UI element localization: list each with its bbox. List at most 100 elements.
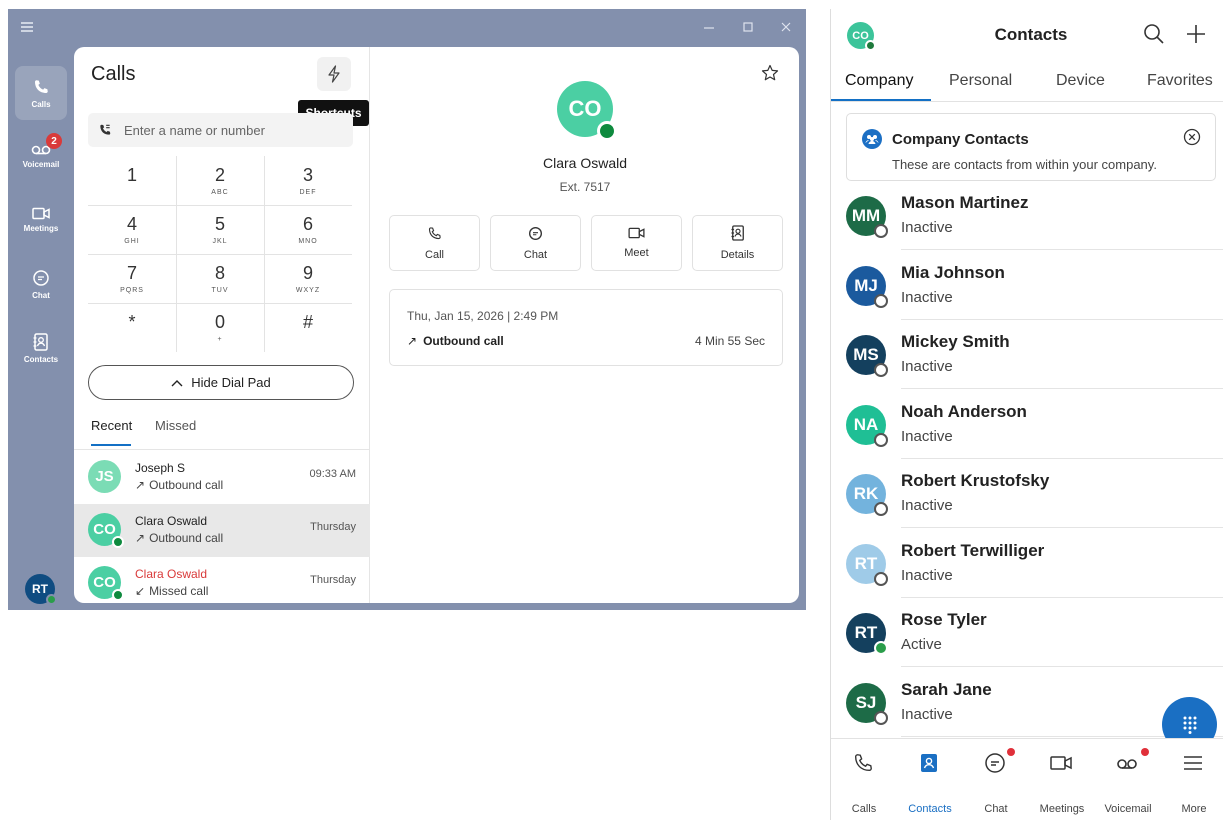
keypad-divider [88, 254, 352, 255]
caller-avatar: JS [88, 460, 121, 493]
video-camera-icon [32, 207, 50, 220]
page-title: Calls [91, 63, 136, 85]
contact-row[interactable]: RK Robert Krustofsky Inactive [831, 459, 1223, 528]
tab-device[interactable]: Device [1056, 72, 1105, 90]
contact-status: Inactive [901, 288, 953, 306]
bottom-navigation: Calls Contacts Chat Meetings Voicemail M… [831, 738, 1223, 820]
tab-personal[interactable]: Personal [949, 72, 1012, 90]
rail-item-voicemail[interactable]: Voicemail 2 [15, 129, 67, 183]
close-circle-icon[interactable] [1183, 128, 1201, 146]
dial-input[interactable]: Enter a name or number [88, 113, 353, 147]
video-camera-icon [1050, 756, 1072, 770]
mobile-app: CO Contacts Company Personal Device Favo… [830, 9, 1223, 820]
action-label: Chat [523, 248, 548, 261]
search-icon[interactable] [1143, 23, 1165, 45]
contact-name: Mason Martinez [901, 193, 1029, 212]
rail-label: Chat [32, 290, 50, 300]
hide-dial-pad-button[interactable]: Hide Dial Pad [88, 365, 354, 400]
user-avatar[interactable]: RT [25, 574, 57, 605]
dial-key[interactable]: 6 MNO [264, 205, 352, 254]
key-letters: TUV [211, 286, 229, 294]
key-letters: PQRS [120, 286, 144, 294]
contact-row[interactable]: NA Noah Anderson Inactive [831, 390, 1223, 459]
nav-contacts[interactable]: Contacts [897, 739, 963, 820]
dial-key[interactable]: 3 DEF [264, 156, 352, 205]
hamburger-menu-icon[interactable] [20, 21, 34, 33]
key-letters: WXYZ [295, 286, 321, 294]
tab-missed[interactable]: Missed [155, 418, 196, 433]
recent-call-row[interactable]: CO Clara Oswald ↗ Outbound call Thursday [74, 504, 370, 557]
tab-favorites[interactable]: Favorites [1147, 72, 1213, 90]
nav-label: Voicemail [1104, 803, 1152, 815]
shortcuts-button[interactable] [317, 57, 351, 91]
key-digit: 0 [214, 311, 225, 332]
contact-row[interactable]: RT Robert Terwilliger Inactive [831, 529, 1223, 598]
dial-key[interactable]: * [88, 303, 176, 352]
contact-avatar: MM [846, 196, 888, 238]
maximize-icon[interactable] [742, 21, 754, 33]
caller-initials: JS [95, 468, 114, 485]
dial-key[interactable]: 8 TUV [176, 254, 264, 303]
contact-avatar: RT [846, 613, 888, 655]
presence-dot [874, 710, 888, 725]
contact-avatar: MS [846, 335, 888, 377]
dial-key[interactable]: 1 [88, 156, 176, 205]
nav-chat[interactable]: Chat [963, 739, 1029, 820]
nav-label: Meetings [1039, 803, 1085, 815]
nav-voicemail[interactable]: Voicemail [1095, 739, 1161, 820]
caller-name: Joseph S [135, 461, 186, 475]
key-digit: # [302, 311, 313, 332]
key-letters: DEF [299, 188, 317, 196]
contact-avatar: NA [846, 404, 888, 447]
info-card-title: Company Contacts [892, 131, 1029, 148]
chat-bubble-icon [529, 226, 542, 240]
contact-status: Inactive [901, 219, 953, 236]
call-action-button[interactable]: Call [389, 215, 480, 271]
contact-row[interactable]: RT Rose Tyler Active [831, 598, 1223, 667]
rail-item-chat[interactable]: Chat [15, 257, 67, 311]
rail-item-contacts[interactable]: Contacts [15, 321, 67, 375]
contact-name: Robert Terwilliger [901, 540, 1045, 560]
dial-key[interactable]: 0 + [176, 303, 264, 352]
rail-item-calls[interactable]: Calls [15, 66, 67, 120]
rail-item-meetings[interactable]: Meetings [15, 193, 67, 247]
contact-row[interactable]: MJ Mia Johnson Inactive [831, 251, 1223, 320]
recent-call-row[interactable]: CO Clara Oswald ↙ Missed call Thursday [74, 557, 370, 603]
minimize-icon[interactable] [703, 21, 715, 33]
dial-key[interactable]: 2 ABC [176, 156, 264, 205]
dial-key[interactable]: 7 PQRS [88, 254, 176, 303]
dial-key[interactable]: # [264, 303, 352, 352]
key-letters: + [217, 335, 223, 343]
nav-meetings[interactable]: Meetings [1029, 739, 1095, 820]
contact-row[interactable]: MM Mason Martinez Inactive [831, 181, 1223, 250]
contact-row[interactable]: MS Mickey Smith Inactive [831, 320, 1223, 389]
keypad-divider [176, 156, 177, 352]
company-contacts-info-card: Company Contacts These are contacts from… [846, 113, 1216, 181]
details-action-button[interactable]: Details [692, 215, 783, 271]
tab-recent[interactable]: Recent [91, 418, 132, 433]
nav-calls[interactable]: Calls [831, 739, 897, 820]
presence-dot [874, 432, 888, 447]
close-window-icon[interactable] [780, 21, 792, 33]
presence-dot [874, 363, 888, 377]
dial-key[interactable]: 5 JKL [176, 205, 264, 254]
contact-detail-panel: CO Clara Oswald Ext. 7517 Call Chat Meet… [371, 47, 799, 603]
favorite-star-icon[interactable] [761, 64, 779, 82]
chat-action-button[interactable]: Chat [490, 215, 581, 271]
voicemail-icon [1117, 759, 1137, 769]
nav-more[interactable]: More [1161, 739, 1223, 820]
rail-label: Voicemail [22, 159, 60, 169]
outbound-arrow-icon: ↗ [135, 478, 146, 492]
dial-key[interactable]: 4 GHI [88, 205, 176, 254]
call-time: 09:33 AM [309, 468, 356, 480]
recent-call-row[interactable]: JS Joseph S ↗ Outbound call 09:33 AM [74, 451, 370, 504]
contacts-book-icon [730, 225, 744, 241]
divider [74, 449, 370, 450]
tab-company[interactable]: Company [845, 72, 913, 90]
dial-key[interactable]: 9 WXYZ [264, 254, 352, 303]
contact-name: Noah Anderson [901, 401, 1027, 421]
add-contact-icon[interactable] [1185, 23, 1207, 45]
meet-action-button[interactable]: Meet [591, 215, 682, 271]
key-digit: 6 [302, 213, 313, 234]
contact-avatar: RT [846, 543, 888, 586]
